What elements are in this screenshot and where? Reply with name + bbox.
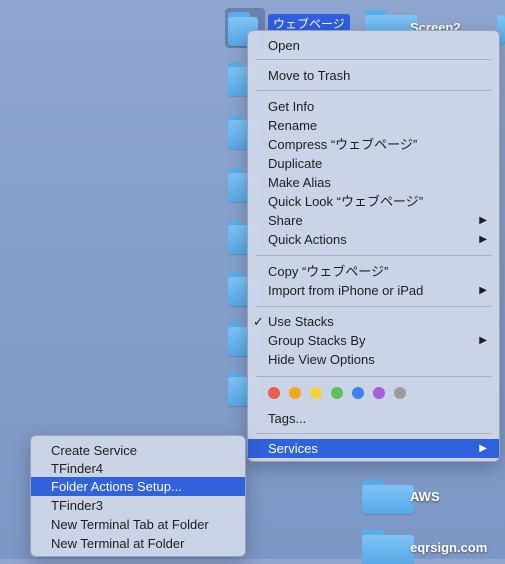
submenu-item-tfinder3[interactable]: TFinder3 (31, 496, 245, 515)
menu-item-get-info[interactable]: Get Info (248, 97, 499, 116)
tag-orange-icon[interactable] (289, 387, 301, 399)
tag-yellow-icon[interactable] (310, 387, 322, 399)
chevron-right-icon: ▶ (479, 285, 487, 296)
desktop: { "desktop": { "selected_folder_label": … (0, 0, 505, 564)
menu-item-services[interactable]: Services ▶ (248, 439, 499, 458)
tag-green-icon[interactable] (331, 387, 343, 399)
folder-label-eqrsign[interactable]: eqrsign.com (410, 540, 487, 555)
menu-item-group-stacks-by[interactable]: Group Stacks By ▶ (248, 331, 499, 350)
menu-separator (256, 90, 491, 91)
tag-red-icon[interactable] (268, 387, 280, 399)
checkmark-icon: ✓ (253, 314, 264, 329)
menu-item-tags[interactable]: Tags... (248, 409, 499, 428)
folder-icon[interactable] (362, 480, 414, 514)
menu-item-label: Import from iPhone or iPad (268, 283, 424, 298)
menu-item-label: Services (268, 441, 318, 456)
menu-separator (256, 306, 491, 307)
context-menu: Open Move to Trash Get Info Rename Compr… (247, 30, 500, 462)
menu-item-import-from-iphone[interactable]: Import from iPhone or iPad ▶ (248, 281, 499, 300)
tag-blue-icon[interactable] (352, 387, 364, 399)
chevron-right-icon: ▶ (479, 215, 487, 226)
menu-item-label: Use Stacks (268, 314, 334, 329)
submenu-item-new-terminal-tab[interactable]: New Terminal Tab at Folder (31, 515, 245, 534)
submenu-item-create-service[interactable]: Create Service (31, 441, 245, 460)
menu-separator (256, 433, 491, 434)
chevron-right-icon: ▶ (479, 443, 487, 454)
menu-item-make-alias[interactable]: Make Alias (248, 173, 499, 192)
menu-item-duplicate[interactable]: Duplicate (248, 154, 499, 173)
tag-gray-icon[interactable] (394, 387, 406, 399)
menu-separator (256, 59, 491, 60)
menu-separator (256, 376, 491, 377)
menu-item-use-stacks[interactable]: ✓ Use Stacks (248, 312, 499, 331)
submenu-item-new-terminal[interactable]: New Terminal at Folder (31, 534, 245, 553)
submenu-item-folder-actions-setup[interactable]: Folder Actions Setup... (31, 477, 245, 496)
chevron-right-icon: ▶ (479, 234, 487, 245)
menu-item-open[interactable]: Open (248, 36, 499, 55)
menu-item-quick-look[interactable]: Quick Look “ウェブページ” (248, 192, 499, 211)
submenu-item-tfinder4[interactable]: TFinder4 (31, 459, 245, 478)
menu-item-copy[interactable]: Copy “ウェブページ” (248, 262, 499, 281)
chevron-right-icon: ▶ (479, 335, 487, 346)
menu-item-label: Group Stacks By (268, 333, 366, 348)
folder-label-aws[interactable]: AWS (410, 489, 440, 504)
services-submenu: Create Service TFinder4 Folder Actions S… (30, 435, 246, 557)
tag-purple-icon[interactable] (373, 387, 385, 399)
menu-item-compress[interactable]: Compress “ウェブページ” (248, 135, 499, 154)
menu-item-quick-actions[interactable]: Quick Actions ▶ (248, 230, 499, 249)
menu-item-hide-view-options[interactable]: Hide View Options (248, 350, 499, 369)
menu-separator (256, 255, 491, 256)
menu-item-share[interactable]: Share ▶ (248, 211, 499, 230)
menu-item-rename[interactable]: Rename (248, 116, 499, 135)
menu-item-label: Share (268, 213, 303, 228)
menu-item-move-to-trash[interactable]: Move to Trash (248, 66, 499, 85)
menu-item-label: Quick Actions (268, 232, 347, 247)
